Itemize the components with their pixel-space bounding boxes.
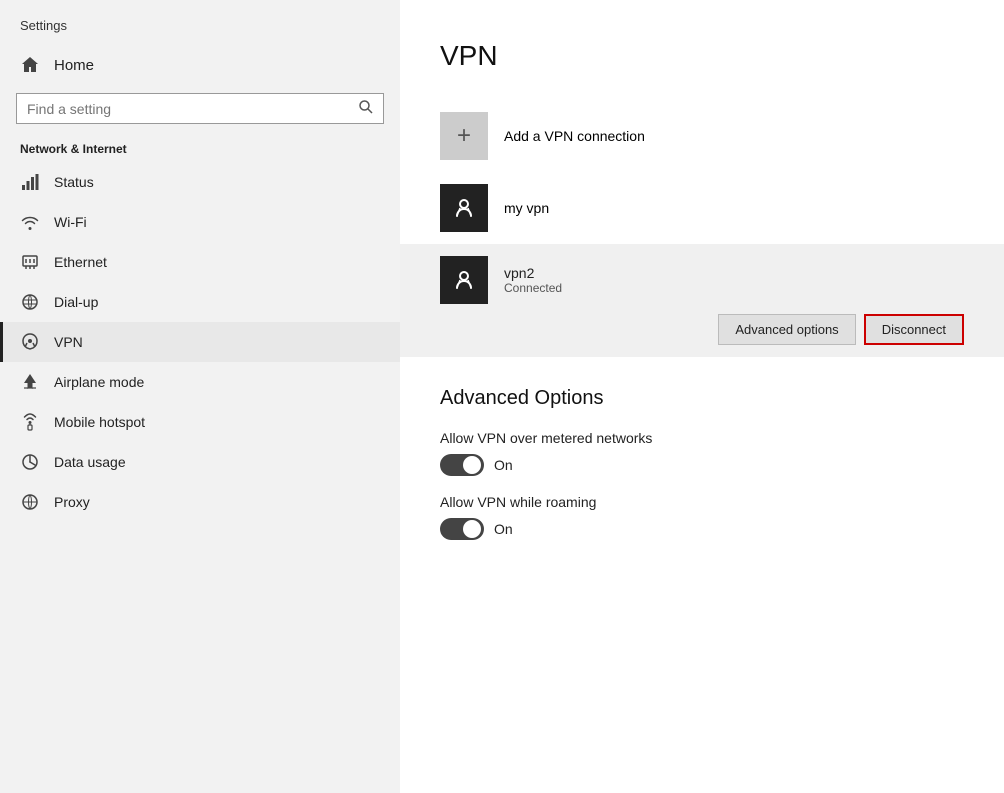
sidebar-item-dialup[interactable]: Dial-up [0,282,400,322]
sidebar-item-label-data: Data usage [54,454,126,470]
dialup-icon [20,292,40,312]
myvpn-icon-box [440,184,488,232]
sidebar-item-data[interactable]: Data usage [0,442,400,482]
roaming-toggle[interactable] [440,518,484,540]
vpn-nav-icon [20,332,40,352]
app-title: Settings [0,0,400,43]
metered-toggle[interactable] [440,454,484,476]
roaming-toggle-row: Allow VPN while roaming On [440,494,964,540]
status-icon [20,172,40,192]
metered-toggle-control: On [440,454,964,476]
plus-icon: + [457,122,471,150]
advanced-options-button[interactable]: Advanced options [718,314,855,345]
metered-toggle-row: Allow VPN over metered networks On [440,430,964,476]
vpn2-top[interactable]: vpn2 Connected [440,256,964,304]
sidebar-item-label-vpn: VPN [54,334,83,350]
roaming-state: On [494,521,513,537]
sidebar-item-label-airplane: Airplane mode [54,374,144,390]
myvpn-name: my vpn [504,200,549,216]
vpn2-connected-block: vpn2 Connected Advanced options Disconne… [400,244,1004,357]
vpn2-status: Connected [504,281,562,295]
vpn2-name: vpn2 [504,265,562,281]
data-icon [20,452,40,472]
main-content: VPN + Add a VPN connection my vpn [400,0,1004,793]
vpn2-actions: Advanced options Disconnect [440,314,964,345]
sidebar-item-label-wifi: Wi-Fi [54,214,87,230]
ethernet-icon [20,252,40,272]
advanced-options-title: Advanced Options [440,387,964,410]
sidebar: Settings Home Network & Internet [0,0,400,793]
sidebar-item-home[interactable]: Home [0,43,400,87]
disconnect-button[interactable]: Disconnect [864,314,964,345]
sidebar-item-ethernet[interactable]: Ethernet [0,242,400,282]
vpn-list: + Add a VPN connection my vpn [440,100,964,357]
sidebar-item-label-dialup: Dial-up [54,294,98,310]
airplane-icon [20,372,40,392]
sidebar-item-label-hotspot: Mobile hotspot [54,414,145,430]
metered-label: Allow VPN over metered networks [440,430,964,446]
add-vpn-item[interactable]: + Add a VPN connection [440,100,964,172]
section-title: Network & Internet [0,134,400,162]
vpn2-icon-box [440,256,488,304]
sidebar-item-wifi[interactable]: Wi-Fi [0,202,400,242]
advanced-options-section: Advanced Options Allow VPN over metered … [440,387,964,540]
sidebar-item-vpn[interactable]: VPN [0,322,400,362]
sidebar-item-status[interactable]: Status [0,162,400,202]
vpn-item-myvpn[interactable]: my vpn [440,172,964,244]
sidebar-item-label-ethernet: Ethernet [54,254,107,270]
sidebar-item-label-status: Status [54,174,94,190]
sidebar-item-hotspot[interactable]: Mobile hotspot [0,402,400,442]
vpn2-info: vpn2 Connected [504,265,562,295]
search-input[interactable] [27,101,359,117]
sidebar-item-airplane[interactable]: Airplane mode [0,362,400,402]
roaming-label: Allow VPN while roaming [440,494,964,510]
proxy-icon [20,492,40,512]
sidebar-item-proxy[interactable]: Proxy [0,482,400,522]
roaming-toggle-control: On [440,518,964,540]
home-label: Home [54,57,94,74]
wifi-icon [20,212,40,232]
metered-state: On [494,457,513,473]
page-title: VPN [440,40,964,72]
sidebar-item-label-proxy: Proxy [54,494,90,510]
add-vpn-icon-box: + [440,112,488,160]
home-icon [20,55,40,75]
search-box[interactable] [16,93,384,124]
search-icon [359,100,373,117]
add-vpn-label: Add a VPN connection [504,128,645,144]
hotspot-icon [20,412,40,432]
